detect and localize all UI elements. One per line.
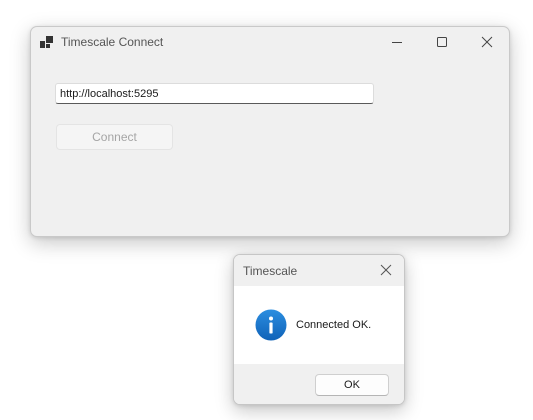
maximize-icon xyxy=(437,37,447,47)
ok-button-label: OK xyxy=(344,379,360,391)
url-input[interactable] xyxy=(55,83,374,104)
message-box-body: Connected OK. xyxy=(234,286,404,364)
message-box-close-button[interactable] xyxy=(370,255,402,285)
close-button[interactable] xyxy=(465,27,509,57)
title-bar[interactable]: Timescale Connect xyxy=(31,27,509,57)
app-window-icon xyxy=(40,36,53,48)
maximize-button[interactable] xyxy=(420,27,464,57)
message-box: Timescale Connected OK. OK xyxy=(233,254,405,405)
main-window: Timescale Connect Connect xyxy=(30,26,510,237)
close-icon xyxy=(481,36,493,48)
message-box-title: Timescale xyxy=(243,264,298,278)
ok-button[interactable]: OK xyxy=(315,374,389,396)
connect-button-label: Connect xyxy=(92,130,137,144)
minimize-icon xyxy=(392,42,402,43)
window-title: Timescale Connect xyxy=(61,35,164,49)
minimize-button[interactable] xyxy=(375,27,419,57)
message-box-footer: OK xyxy=(234,364,404,404)
message-text: Connected OK. xyxy=(296,319,372,331)
info-icon xyxy=(255,309,287,341)
message-box-title-bar[interactable]: Timescale xyxy=(234,255,404,286)
connect-button[interactable]: Connect xyxy=(56,124,173,150)
close-icon xyxy=(380,264,392,276)
